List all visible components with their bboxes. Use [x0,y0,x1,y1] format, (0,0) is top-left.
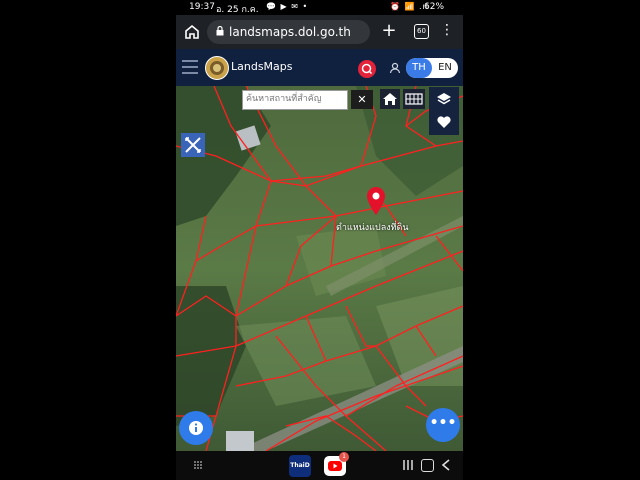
thaid-app-icon[interactable]: ThaiD [289,455,311,477]
search-icon [361,63,373,75]
status-time: 19:37 [189,2,215,12]
home-icon[interactable] [183,23,201,41]
battery-level: 62% [424,2,445,12]
back-icon[interactable] [441,459,451,471]
browser-toolbar: landsmaps.dol.go.th + 60 ⋮ [176,15,463,49]
measure-icon [185,137,201,153]
search-button[interactable] [358,60,376,78]
lang-th-button[interactable]: TH [406,58,432,78]
app-header: LandsMaps TH EN [176,49,463,86]
user-icon[interactable] [388,61,402,75]
home-view-button[interactable] [380,89,400,109]
measure-tool-button[interactable] [181,133,205,157]
hamburger-menu-icon[interactable] [182,60,198,74]
layer-panel [429,87,459,135]
recents-icon[interactable] [402,459,414,471]
language-toggle[interactable]: TH EN [406,58,458,78]
status-date: อ. 25 ก.ค. [216,5,259,15]
more-vert-icon[interactable]: ⋮ [440,22,454,38]
info-icon [189,421,203,435]
tabs-icon[interactable]: 60 [414,24,429,39]
youtube-notification-badge: 1 [339,452,349,462]
status-bar: 19:37 อ. 25 ก.ค. 💬 ▶ ✉ • ⏰ 📶 .ıl 62% [176,0,463,15]
phone-screen: 19:37 อ. 25 ก.ค. 💬 ▶ ✉ • ⏰ 📶 .ıl 62% lan… [176,0,463,480]
grid-icon [405,93,423,105]
nav-home-icon[interactable] [421,459,434,472]
new-tab-plus-icon[interactable]: + [381,20,397,41]
info-button[interactable] [179,411,213,445]
heart-icon[interactable] [436,114,452,130]
app-drawer-icon[interactable] [193,460,203,470]
clear-search-button[interactable]: ✕ [351,90,373,109]
parcel-location-label: ตำแหน่งแปลงที่ดิน [336,223,409,233]
notification-icons: 💬 ▶ ✉ • [266,2,309,11]
grid-toggle-button[interactable] [403,89,425,109]
url-text: landsmaps.dol.go.th [229,25,351,39]
department-logo [205,56,229,80]
home-icon [383,93,397,105]
place-search-input[interactable] [243,91,347,107]
android-nav-bar: ThaiD 1 [176,451,463,480]
lock-icon [216,26,224,36]
more-options-button[interactable]: ••• [426,408,460,442]
location-pin-icon[interactable] [365,186,387,216]
map-view[interactable]: ✕ [176,86,463,451]
brand-name: LandsMaps [231,60,293,73]
satellite-map[interactable] [176,86,463,451]
address-bar[interactable]: landsmaps.dol.go.th [207,20,370,44]
lang-en-button[interactable]: EN [432,58,458,78]
layers-icon[interactable] [436,91,452,107]
place-search-box[interactable] [242,90,348,110]
